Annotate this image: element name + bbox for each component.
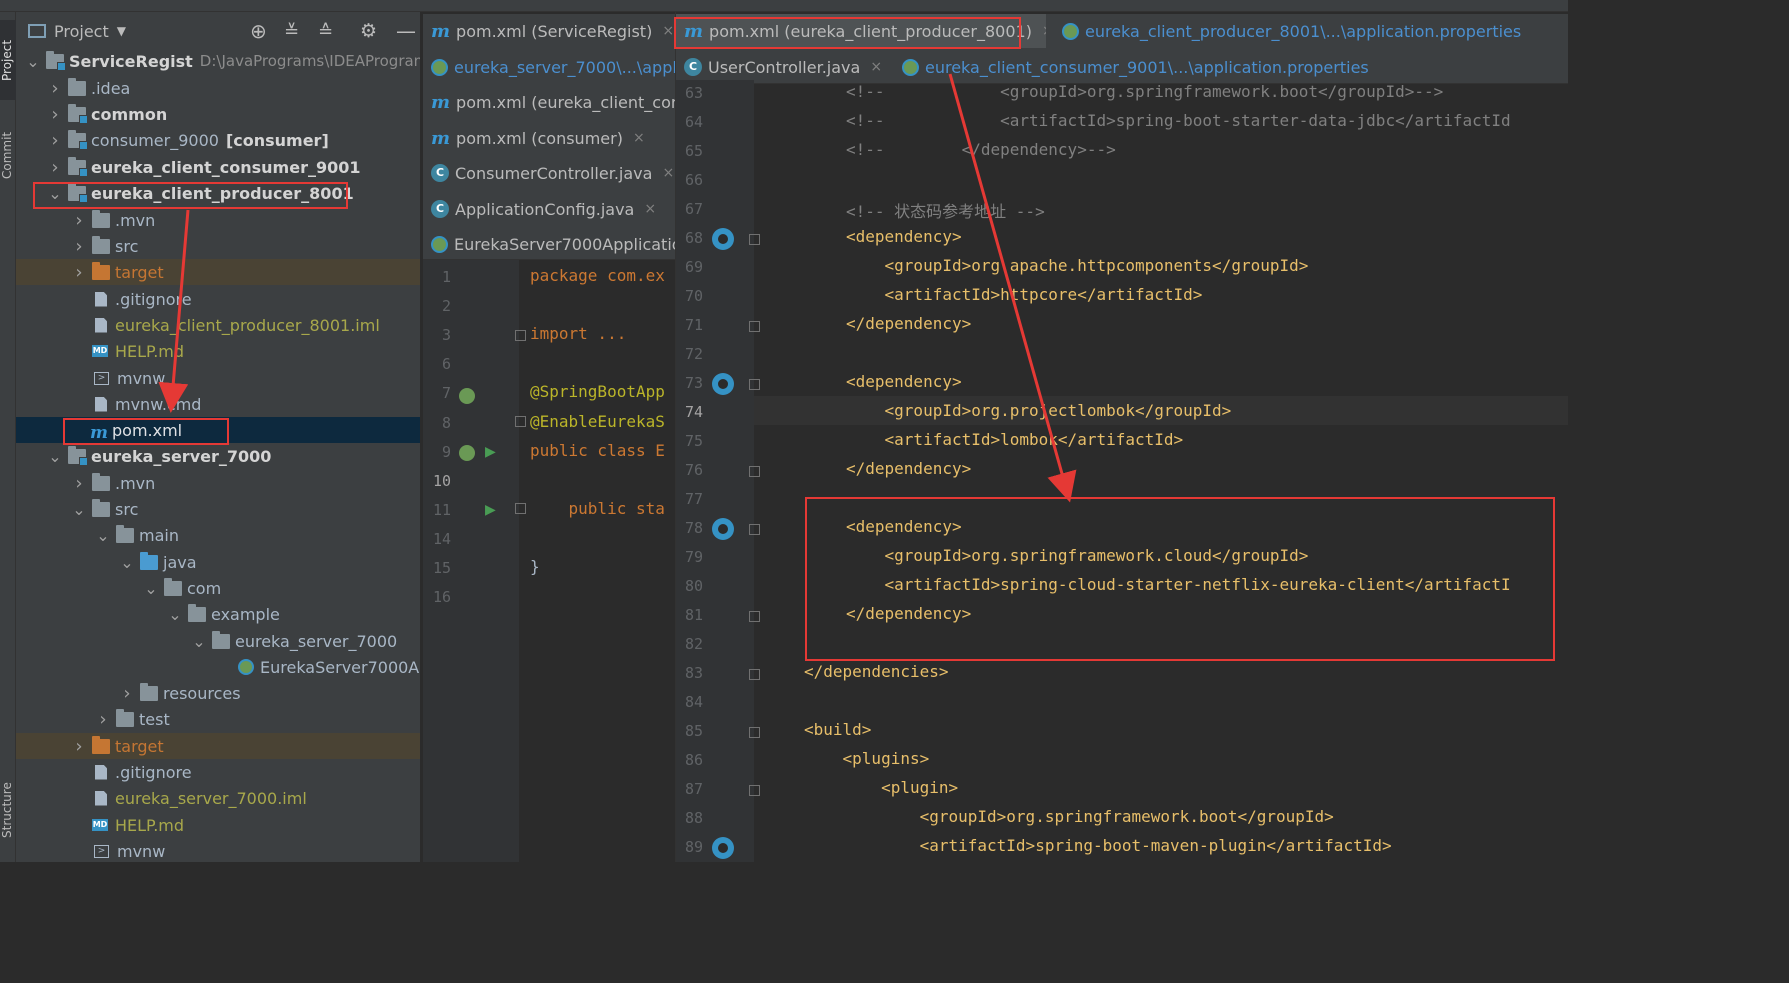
annotation-arrows bbox=[158, 73, 1077, 503]
annotation-arrow-editor bbox=[948, 73, 1077, 503]
annotation-arrow-tree bbox=[158, 209, 190, 413]
